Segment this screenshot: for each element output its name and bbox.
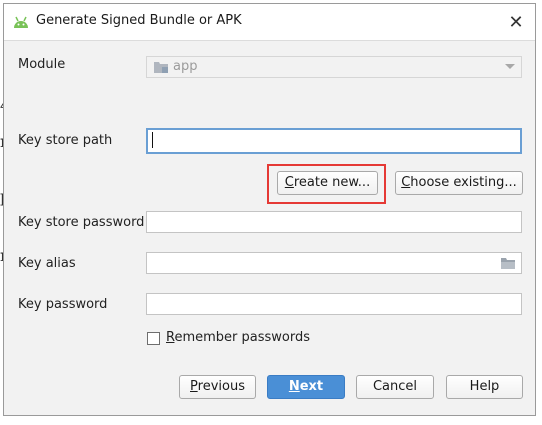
chevron-down-icon [505, 64, 515, 69]
dialog-titlebar: Generate Signed Bundle or APK ✕ [4, 4, 535, 41]
module-folder-icon [154, 62, 168, 73]
key-alias-label: Key alias [18, 256, 76, 271]
dialog-title: Generate Signed Bundle or APK [36, 13, 242, 28]
folder-icon[interactable] [501, 257, 515, 269]
module-label: Module [18, 57, 66, 72]
help-button[interactable]: Help [446, 375, 523, 399]
key-store-password-input[interactable] [146, 211, 522, 233]
close-button[interactable]: ✕ [497, 4, 535, 40]
android-studio-icon [14, 16, 28, 28]
choose-existing-button[interactable]: Choose existing... [395, 171, 523, 195]
remember-passwords-checkbox[interactable] [147, 332, 160, 345]
key-alias-field[interactable] [146, 252, 522, 274]
create-new-mnemonic: C [284, 175, 294, 190]
remember-passwords-label[interactable]: Remember passwords [166, 330, 310, 345]
previous-mnemonic: P [190, 379, 198, 394]
key-store-path-input[interactable] [146, 128, 522, 154]
key-store-password-label: Key store password [18, 215, 145, 230]
previous-button[interactable]: Previous [179, 375, 256, 399]
module-value: app [173, 59, 198, 74]
next-button[interactable]: Next [267, 375, 345, 399]
choose-existing-mnemonic: C [401, 175, 411, 190]
previous-label: revious [197, 379, 245, 394]
key-alias-input[interactable] [150, 254, 494, 274]
close-icon: ✕ [508, 11, 524, 33]
text-caret [152, 132, 153, 148]
choose-existing-label: hoose existing... [410, 175, 517, 190]
module-select[interactable]: app [146, 56, 522, 78]
key-password-label: Key password [18, 297, 108, 312]
next-mnemonic: N [288, 379, 300, 394]
cancel-button[interactable]: Cancel [356, 375, 434, 399]
create-new-label: reate new... [293, 175, 371, 190]
remember-label-text: emember passwords [174, 330, 310, 345]
key-password-input[interactable] [146, 293, 522, 315]
key-store-path-label: Key store path [18, 133, 113, 148]
create-new-button[interactable]: Create new... [277, 171, 378, 195]
generate-signed-bundle-dialog: Generate Signed Bundle or APK ✕ Module a… [3, 3, 536, 416]
next-label: ext [299, 379, 324, 394]
